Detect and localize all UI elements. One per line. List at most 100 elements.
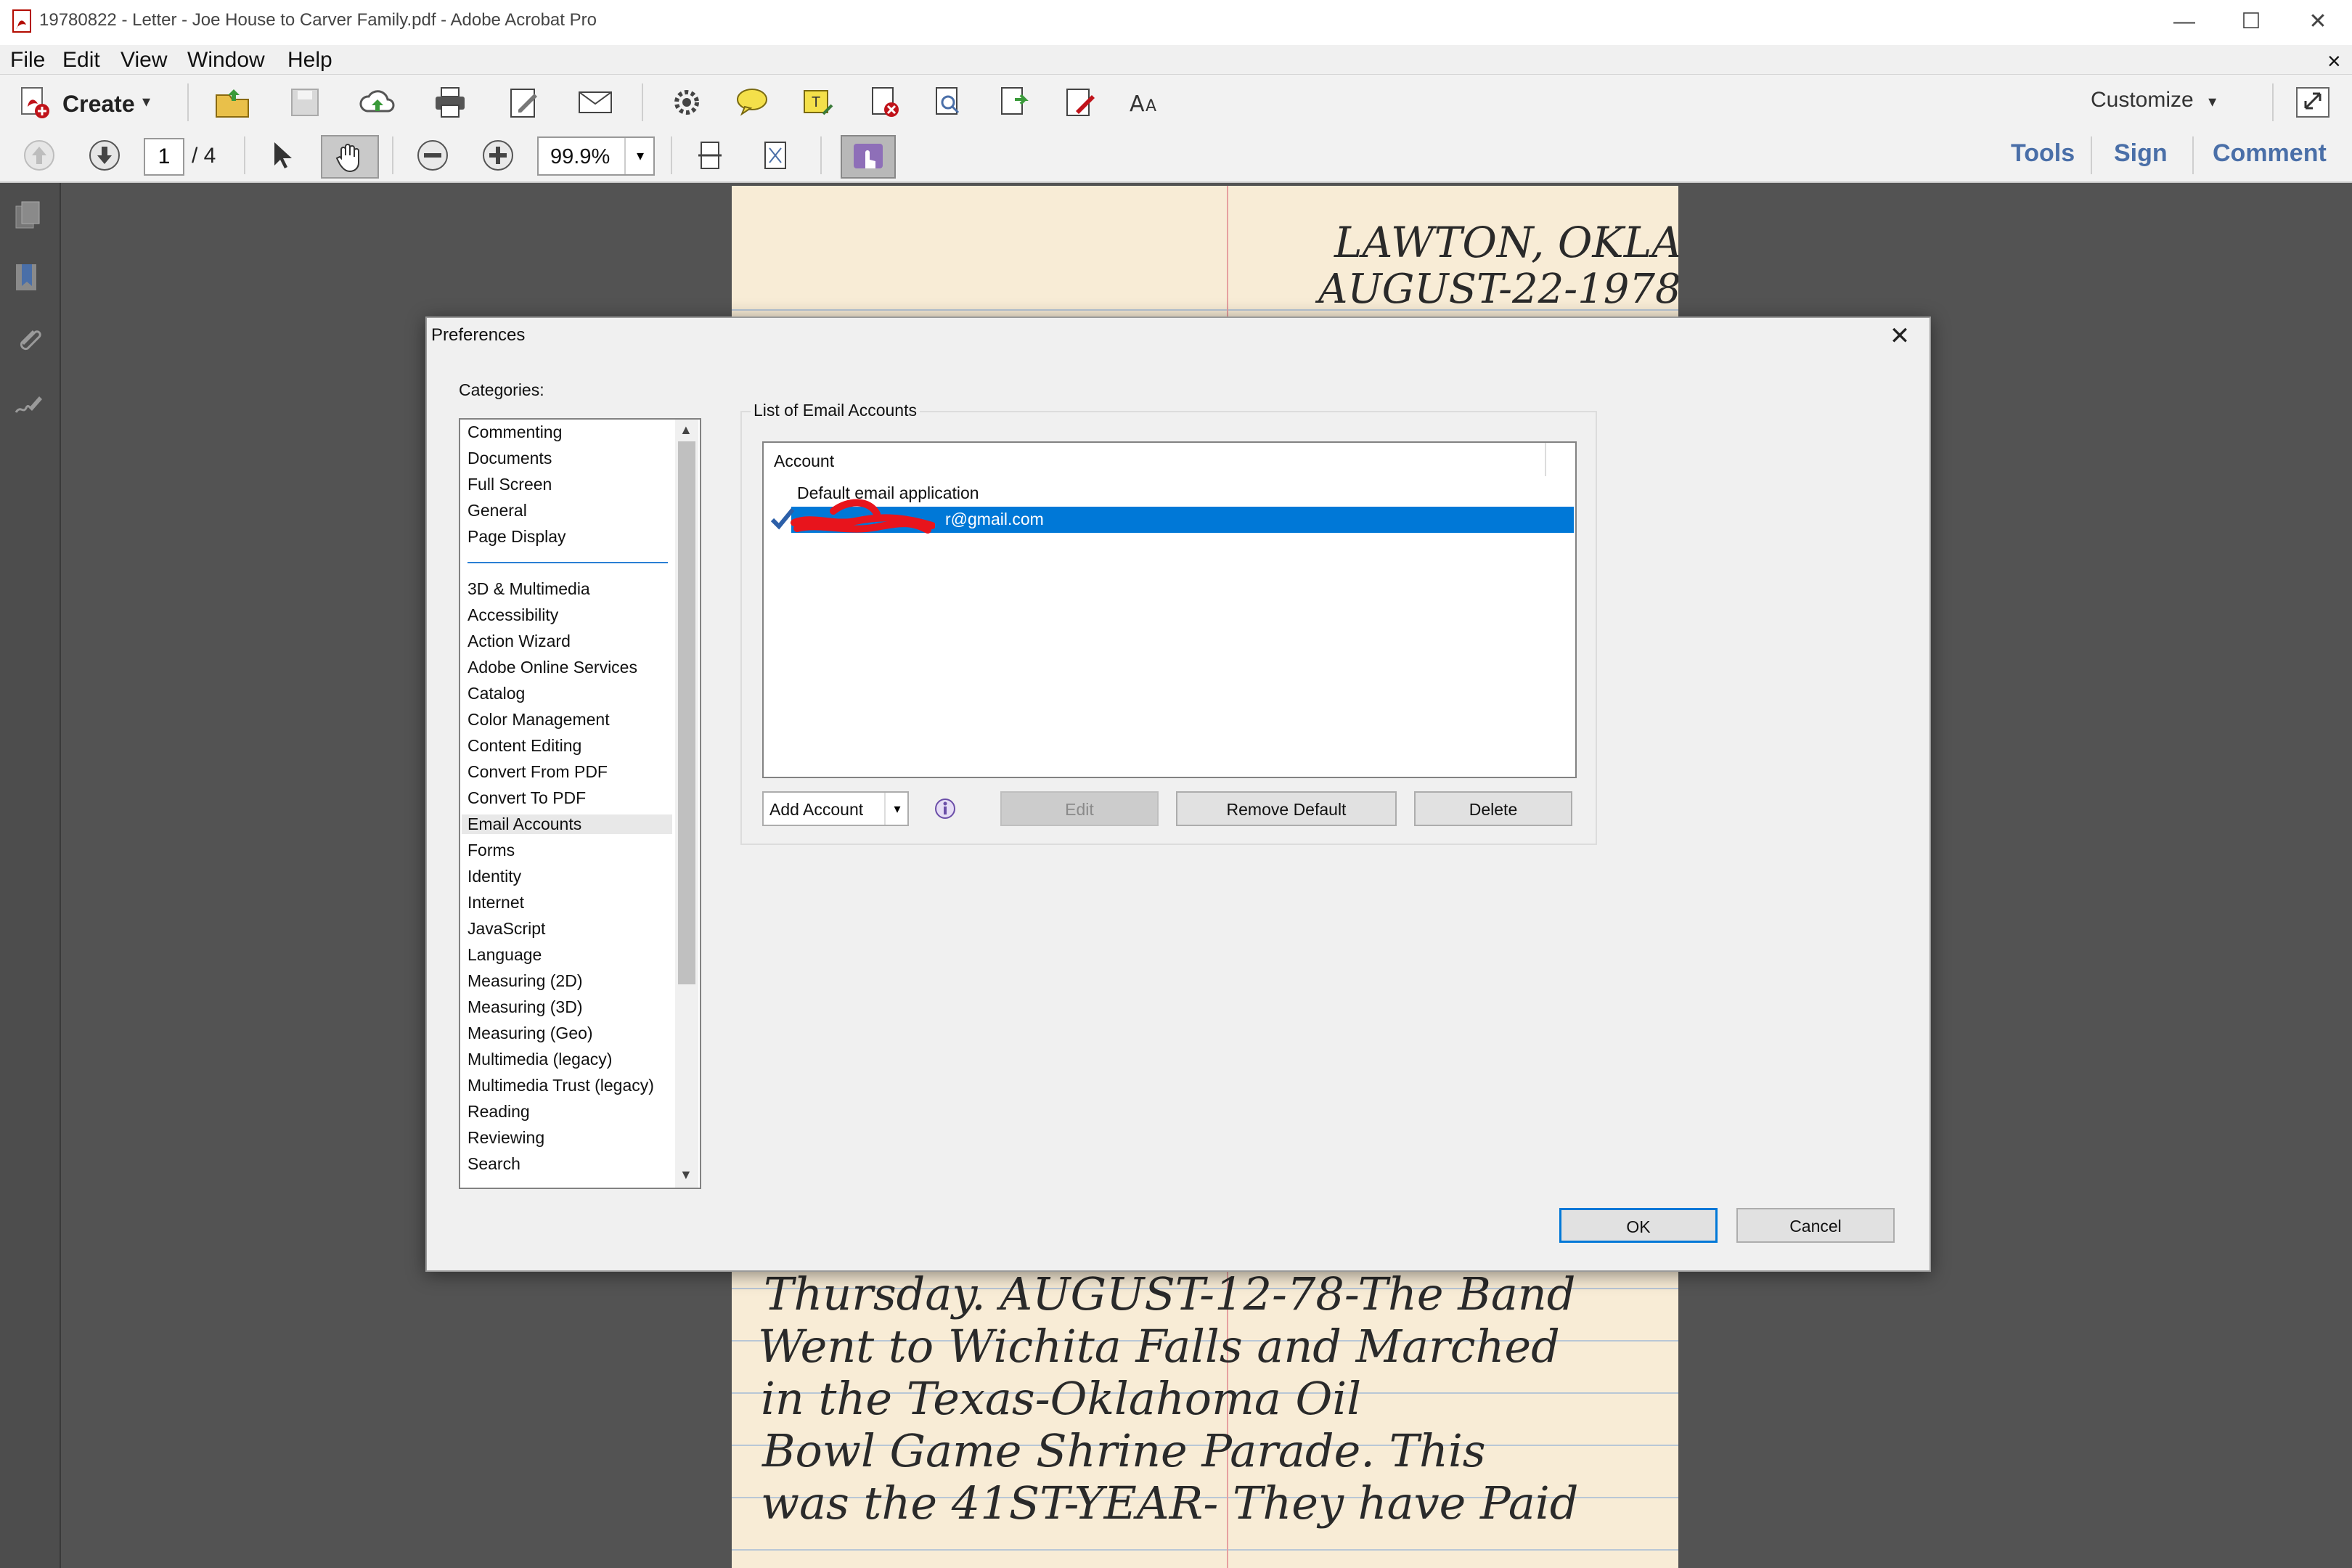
create-label: Create <box>62 91 135 117</box>
add-account-dropdown[interactable]: Add Account ▾ <box>762 791 909 826</box>
page-total: / 4 <box>192 144 216 168</box>
account-email: r@gmail.com <box>945 510 1044 528</box>
category-item[interactable]: Forms <box>467 841 515 860</box>
text-size-icon[interactable]: AA <box>1125 82 1166 123</box>
close-document-button[interactable]: × <box>2327 48 2341 75</box>
comment-pane-link[interactable]: Comment <box>2213 139 2327 168</box>
category-item[interactable]: Adobe Online Services <box>467 658 637 677</box>
category-item[interactable]: Internet <box>467 893 524 912</box>
dialog-title: Preferences <box>431 325 526 345</box>
create-button[interactable]: Create ▾ <box>13 82 173 123</box>
category-item[interactable]: Measuring (2D) <box>467 971 583 991</box>
remove-default-button[interactable]: Remove Default <box>1176 791 1397 826</box>
category-item[interactable]: Accessibility <box>467 605 558 625</box>
category-item[interactable]: Search <box>467 1154 520 1174</box>
svg-text:A: A <box>1146 97 1156 115</box>
window-title: 19780822 - Letter - Joe House to Carver … <box>39 10 597 30</box>
category-item[interactable]: Language <box>467 945 542 965</box>
info-icon[interactable] <box>934 797 957 820</box>
menu-help[interactable]: Help <box>287 48 332 73</box>
open-folder-icon[interactable] <box>212 82 253 123</box>
category-item[interactable]: Measuring (Geo) <box>467 1024 593 1043</box>
category-item[interactable]: Identity <box>467 867 521 886</box>
category-item[interactable]: Multimedia (legacy) <box>467 1050 612 1069</box>
letter-location: LAWTON, OKLA <box>1334 218 1678 267</box>
category-item[interactable]: Reading <box>467 1102 530 1122</box>
edit-document-icon[interactable] <box>504 82 544 123</box>
fill-sign-icon[interactable] <box>1060 82 1101 123</box>
tools-pane-link[interactable]: Tools <box>2011 139 2075 168</box>
category-item[interactable]: Measuring (3D) <box>467 997 583 1017</box>
search-document-icon[interactable] <box>928 82 968 123</box>
categories-scrollbar[interactable]: ▲ ▼ <box>675 420 698 1188</box>
category-item[interactable]: Catalog <box>467 684 525 703</box>
touch-mode-button[interactable] <box>841 135 896 179</box>
fit-page-icon[interactable] <box>758 138 793 173</box>
email-icon[interactable] <box>575 82 616 123</box>
page-number-input[interactable]: 1 <box>144 138 184 176</box>
category-item-selected[interactable]: Email Accounts <box>462 814 672 834</box>
category-item[interactable]: Reviewing <box>467 1128 544 1148</box>
customize-label: Customize <box>2091 88 2194 112</box>
menu-file[interactable]: File <box>10 48 45 73</box>
scroll-down-icon[interactable]: ▼ <box>679 1167 693 1183</box>
print-icon[interactable] <box>430 82 470 123</box>
category-item[interactable]: Page Display <box>467 527 566 547</box>
category-item[interactable]: 3D & Multimedia <box>467 579 590 599</box>
toolbar-divider <box>2272 83 2274 121</box>
attachments-paperclip-icon[interactable] <box>12 324 45 357</box>
bookmarks-icon[interactable] <box>12 261 45 295</box>
dialog-close-button[interactable]: ✕ <box>1877 318 1922 354</box>
edit-account-button[interactable]: Edit <box>1000 791 1159 826</box>
category-item[interactable]: Commenting <box>467 422 562 442</box>
zoom-out-icon[interactable] <box>415 138 450 173</box>
page-thumbnails-icon[interactable] <box>12 199 45 232</box>
signatures-icon[interactable] <box>12 386 45 420</box>
category-item[interactable]: Full Screen <box>467 475 552 494</box>
category-item[interactable]: Action Wizard <box>467 632 571 651</box>
zoom-in-icon[interactable] <box>481 138 515 173</box>
scrollbar-thumb[interactable] <box>678 441 695 984</box>
scroll-up-icon[interactable]: ▲ <box>679 422 693 438</box>
menu-view[interactable]: View <box>121 48 167 73</box>
category-item[interactable]: Documents <box>467 449 552 468</box>
gear-icon[interactable] <box>666 82 707 123</box>
chevron-down-icon: ▾ <box>624 138 655 174</box>
delete-pages-icon[interactable] <box>864 82 905 123</box>
email-accounts-list[interactable]: Account Default email application r@gmai… <box>762 441 1577 778</box>
category-item[interactable]: Content Editing <box>467 736 581 756</box>
preferences-dialog: Preferences ✕ Categories: Commenting Docu… <box>425 317 1931 1272</box>
cancel-button[interactable]: Cancel <box>1736 1208 1895 1243</box>
category-item[interactable]: Convert To PDF <box>467 788 586 808</box>
letter-line: Went to Wichita Falls and Marched <box>758 1320 1560 1373</box>
close-window-button[interactable]: ✕ <box>2292 6 2343 38</box>
category-item[interactable]: Multimedia Trust (legacy) <box>467 1076 654 1095</box>
sign-pane-link[interactable]: Sign <box>2114 139 2168 168</box>
expand-fullscreen-icon[interactable] <box>2294 85 2332 120</box>
category-item[interactable]: JavaScript <box>467 919 545 939</box>
category-item[interactable]: Convert From PDF <box>467 762 608 782</box>
highlight-text-icon[interactable]: T <box>797 82 838 123</box>
hand-icon <box>335 144 359 173</box>
menu-window[interactable]: Window <box>187 48 265 73</box>
fit-width-icon[interactable] <box>693 138 727 173</box>
menu-edit[interactable]: Edit <box>62 48 100 73</box>
zoom-select[interactable]: 99.9% ▾ <box>537 136 655 176</box>
comment-bubble-icon[interactable] <box>732 82 772 123</box>
previous-page-icon[interactable] <box>22 138 57 173</box>
ok-button[interactable]: OK <box>1559 1208 1718 1243</box>
categories-list[interactable]: Commenting Documents Full Screen General Pag… <box>459 418 701 1189</box>
category-item[interactable]: General <box>467 501 527 520</box>
save-icon[interactable] <box>285 82 325 123</box>
category-item[interactable]: Color Management <box>467 710 610 730</box>
minimize-button[interactable]: — <box>2159 6 2210 38</box>
main-toolbar: Create ▾ T AA Customize ▾ <box>0 74 2352 129</box>
next-page-icon[interactable] <box>87 138 122 173</box>
export-document-icon[interactable] <box>995 82 1035 123</box>
upload-cloud-icon[interactable] <box>357 82 398 123</box>
customize-dropdown[interactable]: Customize ▾ <box>2091 88 2216 113</box>
select-cursor-icon[interactable] <box>264 138 299 173</box>
maximize-button[interactable]: ☐ <box>2226 6 2277 38</box>
hand-tool-button[interactable] <box>321 135 379 179</box>
delete-account-button[interactable]: Delete <box>1414 791 1572 826</box>
